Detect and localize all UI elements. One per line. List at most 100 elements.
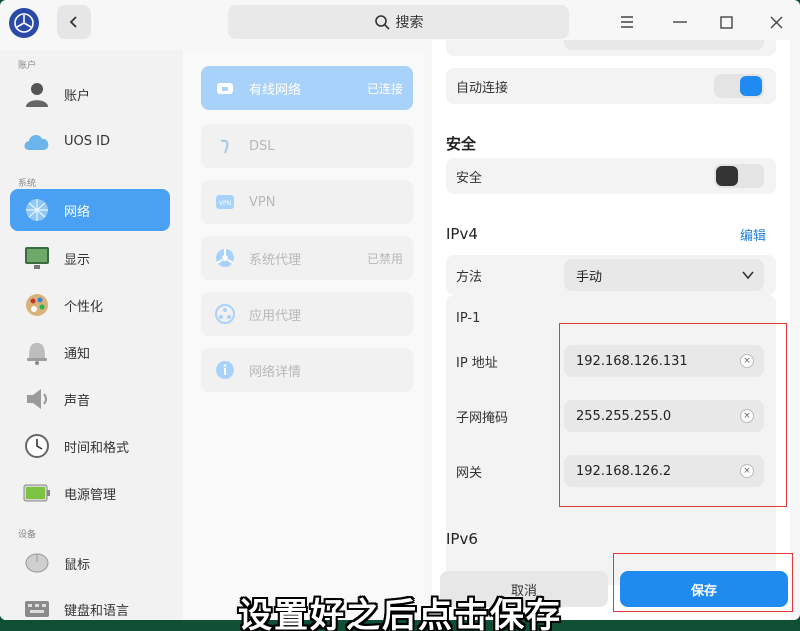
ip-1-group: IP-1 — [446, 295, 776, 585]
cloud-icon — [22, 126, 52, 156]
gateway-label: 网关 — [456, 465, 483, 481]
sidebar-item-label: 账户 — [64, 88, 91, 104]
palette-icon — [22, 290, 52, 320]
sidebar-item-personalization[interactable]: 个性化 — [10, 284, 170, 326]
battery-icon — [22, 478, 52, 508]
subnet-mask-field[interactable]: 255.255.255.0 × — [564, 400, 764, 432]
search-input[interactable]: 搜索 — [228, 5, 569, 39]
subnet-mask-label: 子网掩码 — [456, 410, 509, 426]
sidebar-item-power[interactable]: 电源管理 — [10, 472, 170, 514]
network-item-label: DSL — [249, 138, 275, 154]
user-icon — [22, 79, 52, 109]
back-button[interactable] — [57, 5, 91, 39]
clear-icon[interactable]: × — [740, 354, 754, 368]
subnet-mask-row: 子网掩码 255.255.255.0 × — [446, 395, 776, 437]
app-logo-icon — [9, 8, 39, 38]
security-label: 安全 — [456, 170, 483, 186]
sidebar-item-label: 显示 — [64, 252, 91, 268]
sidebar-item-time-format[interactable]: 时间和格式 — [10, 425, 170, 467]
sidebar-item-label: 网络 — [64, 204, 91, 220]
mouse-icon — [22, 548, 52, 578]
sidebar-item-account[interactable]: 账户 — [10, 73, 170, 115]
settings-window: 搜索 账户 账户 UOS ID 系统 网络 显示 个性化 通知 声音 时间和格式… — [0, 0, 800, 620]
network-item-status: 已连接 — [366, 81, 403, 96]
sidebar-item-network[interactable]: 网络 — [10, 189, 170, 231]
ip-group-label: IP-1 — [456, 311, 481, 326]
menu-icon[interactable] — [615, 10, 639, 34]
network-item-details[interactable]: 网络详情 — [201, 348, 413, 392]
method-label: 方法 — [456, 269, 483, 285]
subnet-mask-value: 255.255.255.0 — [576, 408, 672, 424]
sidebar-item-sound[interactable]: 声音 — [10, 378, 170, 420]
close-icon[interactable] — [764, 10, 788, 34]
auto-connect-toggle[interactable] — [714, 74, 764, 98]
cut-off-row — [446, 40, 776, 56]
info-icon — [215, 360, 235, 380]
ipv6-section-title: IPv6 — [446, 530, 478, 548]
network-item-system-proxy[interactable]: 系统代理 已禁用 — [201, 236, 413, 280]
ipv4-edit-link[interactable]: 编辑 — [740, 225, 766, 244]
sidebar-item-label: 时间和格式 — [64, 440, 130, 456]
network-menu: 有线网络 已连接 DSL VPN VPN 系统代理 已禁用 应用代理 网络详情 — [183, 50, 425, 620]
network-globe-icon — [22, 195, 52, 225]
auto-connect-row: 自动连接 — [446, 68, 776, 104]
vpn-icon: VPN — [215, 192, 235, 212]
group-label-device: 设备 — [18, 530, 37, 540]
sidebar-item-label: 声音 — [64, 393, 91, 409]
network-item-vpn[interactable]: VPN VPN — [201, 180, 413, 224]
wired-network-icon — [215, 78, 235, 98]
group-label-account: 账户 — [18, 61, 37, 71]
network-item-dsl[interactable]: DSL — [201, 124, 413, 168]
gateway-value: 192.168.126.2 — [576, 463, 672, 479]
network-item-label: 系统代理 — [249, 252, 302, 268]
sidebar-item-display[interactable]: 显示 — [10, 237, 170, 279]
sidebar: 账户 账户 UOS ID 系统 网络 显示 个性化 通知 声音 时间和格式 电源… — [0, 50, 183, 620]
chevron-left-icon — [69, 16, 77, 28]
ip-address-field[interactable]: 192.168.126.131 × — [564, 345, 764, 377]
sidebar-item-mouse[interactable]: 鼠标 — [10, 542, 170, 584]
method-select[interactable]: 手动 — [564, 259, 764, 291]
network-item-label: 应用代理 — [249, 308, 302, 324]
clock-icon — [22, 431, 52, 461]
speaker-icon — [22, 384, 52, 414]
sidebar-item-label: UOS ID — [64, 133, 110, 149]
security-section-title: 安全 — [446, 135, 477, 153]
security-row: 安全 — [446, 158, 776, 194]
network-item-wired[interactable]: 有线网络 已连接 — [201, 66, 413, 110]
sidebar-item-label: 通知 — [64, 346, 91, 362]
chevron-down-icon — [742, 271, 754, 280]
security-toggle[interactable] — [714, 164, 764, 188]
proxy-icon — [215, 248, 235, 268]
sidebar-item-label: 电源管理 — [64, 487, 117, 503]
ipv4-section-title: IPv4 — [446, 225, 478, 243]
clear-icon[interactable]: × — [740, 464, 754, 478]
network-item-app-proxy[interactable]: 应用代理 — [201, 292, 413, 336]
network-item-status: 已禁用 — [366, 251, 403, 266]
gateway-field[interactable]: 192.168.126.2 × — [564, 455, 764, 487]
clear-icon[interactable]: × — [740, 409, 754, 423]
video-caption: 设置好之后点击保存 — [238, 596, 562, 631]
ipv4-method-row: 方法 手动 — [446, 255, 776, 295]
network-item-label: 网络详情 — [249, 364, 302, 380]
svg-text:VPN: VPN — [219, 200, 231, 207]
app-proxy-icon — [215, 304, 235, 324]
search-placeholder: 搜索 — [395, 15, 424, 31]
ip-address-value: 192.168.126.131 — [576, 353, 688, 369]
sidebar-item-label: 鼠标 — [64, 557, 91, 573]
sidebar-item-uos-id[interactable]: UOS ID — [10, 120, 170, 162]
group-label-system: 系统 — [18, 179, 37, 189]
ip-address-row: IP 地址 192.168.126.131 × — [446, 340, 776, 382]
monitor-icon — [22, 243, 52, 273]
network-item-label: VPN — [249, 194, 276, 210]
auto-connect-label: 自动连接 — [456, 80, 509, 96]
gateway-row: 网关 192.168.126.2 × — [446, 450, 776, 492]
sidebar-item-label: 个性化 — [64, 299, 104, 315]
sidebar-item-notifications[interactable]: 通知 — [10, 331, 170, 373]
bell-icon — [22, 337, 52, 367]
search-icon — [374, 15, 390, 30]
cut-off-field — [564, 40, 764, 50]
dsl-icon — [215, 136, 235, 156]
maximize-icon[interactable] — [714, 10, 738, 34]
ip-address-label: IP 地址 — [456, 355, 498, 371]
minimize-icon[interactable] — [668, 10, 692, 34]
